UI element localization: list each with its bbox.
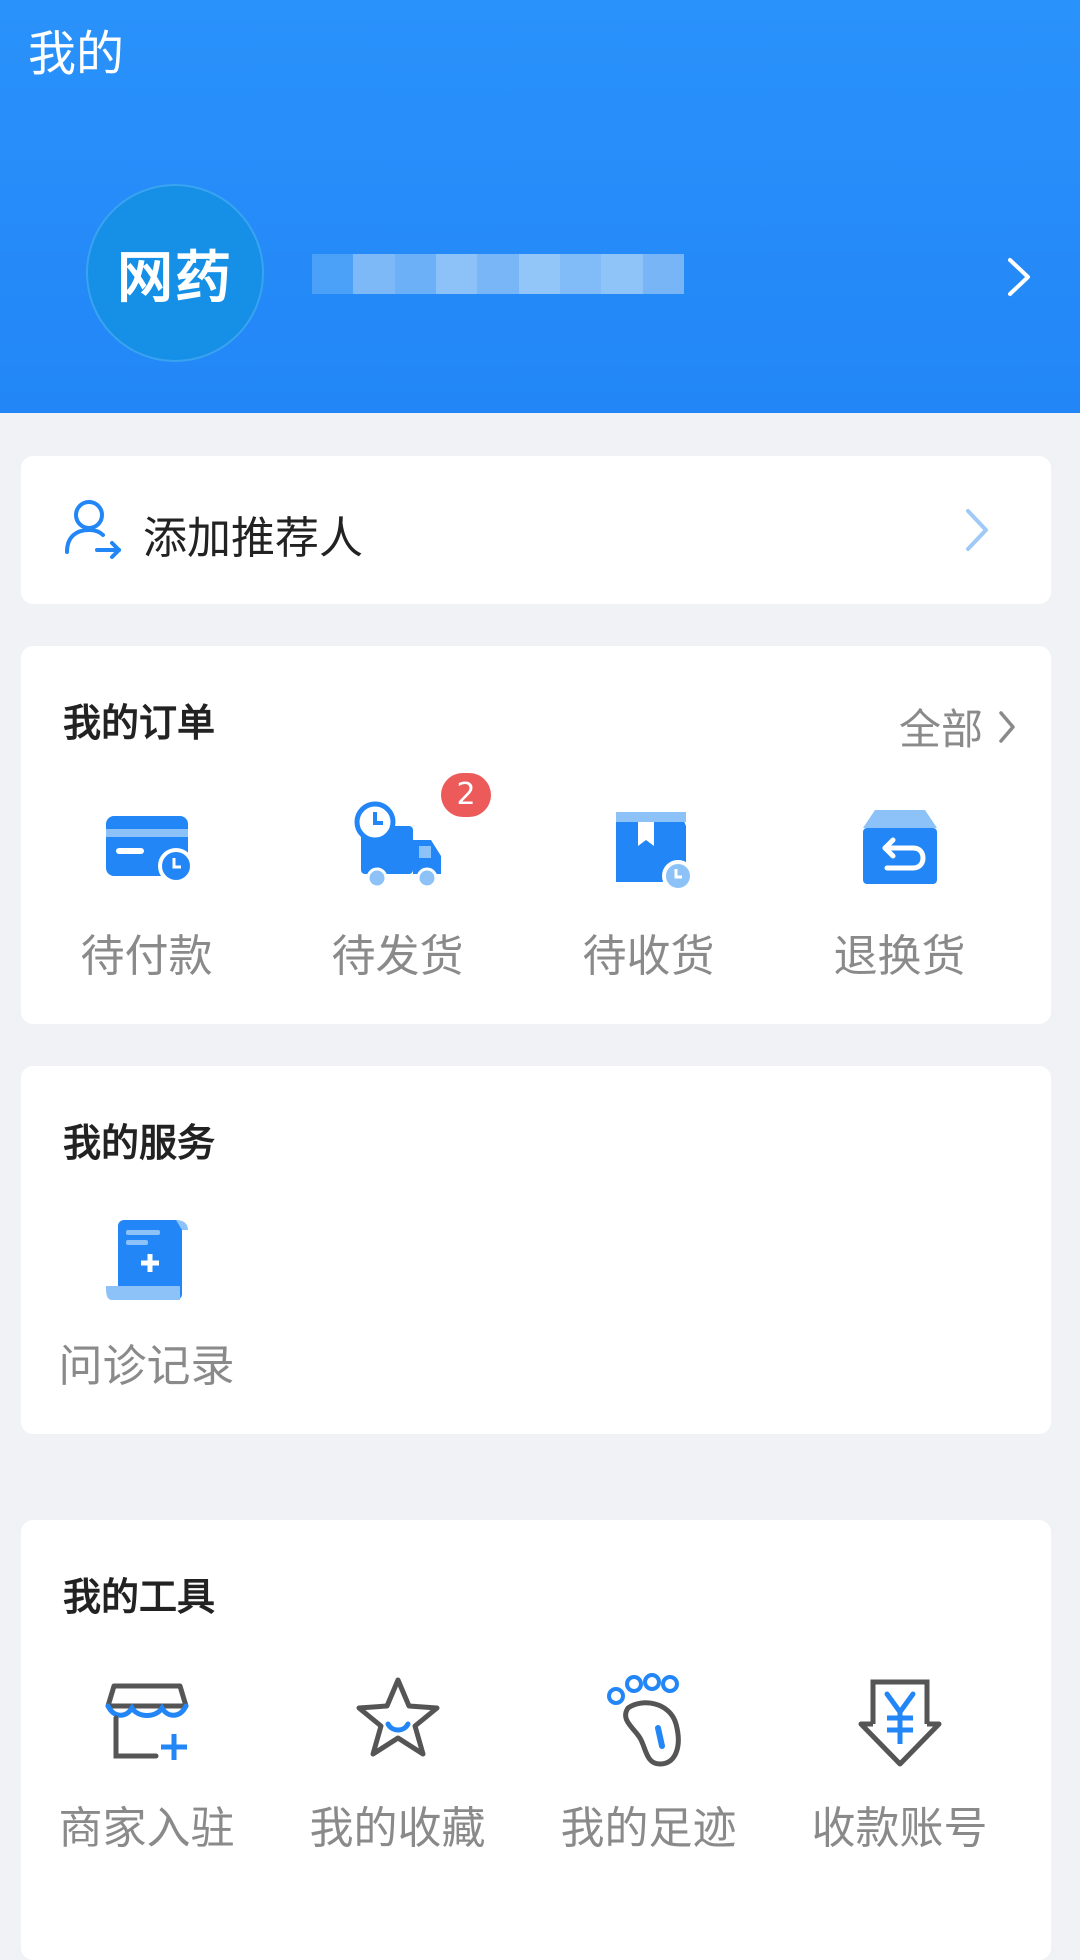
truck-icon xyxy=(354,801,441,889)
payment-account-label: 收款账号 xyxy=(811,1803,988,1854)
payment-account[interactable]: 收款账号 xyxy=(774,1668,1025,1856)
consultation-records-label: 问诊记录 xyxy=(58,1341,235,1392)
services-title: 我的服务 xyxy=(63,1121,216,1165)
yuan-icon xyxy=(858,1679,941,1767)
order-pending-payment-label: 待付款 xyxy=(80,931,213,982)
footprint-icon xyxy=(606,1673,681,1767)
tools-card: 我的工具 商家入驻 我的收藏 我的足迹 收款账号 xyxy=(21,1520,1051,1960)
order-return-exchange[interactable]: 退换货 xyxy=(774,796,1025,984)
return-icon xyxy=(862,810,937,884)
box-icon xyxy=(615,812,694,892)
star-icon xyxy=(356,1677,439,1757)
orders-all-label: 全部 xyxy=(899,705,984,754)
orders-all-link[interactable]: 全部 xyxy=(899,696,1017,757)
page-title: 我的 xyxy=(28,26,125,82)
card-icon xyxy=(105,816,194,884)
chevron-right-icon xyxy=(966,509,988,551)
profile-header: 我的 网药 xyxy=(0,0,1080,413)
my-favorites-label: 我的收藏 xyxy=(309,1803,486,1854)
add-referrer-row[interactable]: 添加推荐人 xyxy=(21,456,1051,604)
add-user-icon xyxy=(65,500,121,559)
orders-title: 我的订单 xyxy=(63,701,216,745)
consultation-records[interactable]: 问诊记录 xyxy=(21,1206,272,1394)
order-pending-payment[interactable]: 待付款 xyxy=(21,796,272,984)
my-footprints[interactable]: 我的足迹 xyxy=(523,1668,774,1856)
orders-card: 我的订单 全部 待付款 待发货 待收货 退换货 xyxy=(21,646,1051,1024)
chevron-right-icon[interactable] xyxy=(1004,254,1034,300)
store-icon xyxy=(105,1683,188,1760)
my-favorites[interactable]: 我的收藏 xyxy=(272,1668,523,1856)
services-card: 我的服务 问诊记录 xyxy=(21,1066,1051,1434)
order-return-exchange-label: 退换货 xyxy=(833,931,966,982)
my-footprints-label: 我的足迹 xyxy=(560,1803,737,1854)
avatar[interactable]: 网药 xyxy=(86,184,264,362)
order-pending-shipment-label: 待发货 xyxy=(331,931,464,982)
tools-title: 我的工具 xyxy=(63,1575,216,1619)
order-pending-receipt-label: 待收货 xyxy=(582,931,715,982)
order-pending-shipment[interactable]: 待发货 xyxy=(272,796,523,984)
scroll-icon xyxy=(105,1220,188,1300)
chevron-right-icon xyxy=(999,710,1015,743)
merchant-join[interactable]: 商家入驻 xyxy=(21,1668,272,1856)
merchant-join-label: 商家入驻 xyxy=(58,1803,235,1854)
add-referrer-label: 添加推荐人 xyxy=(143,513,363,564)
order-pending-receipt[interactable]: 待收货 xyxy=(523,796,774,984)
shipment-count-badge: 2 xyxy=(441,773,491,817)
username-blurred xyxy=(312,254,684,294)
